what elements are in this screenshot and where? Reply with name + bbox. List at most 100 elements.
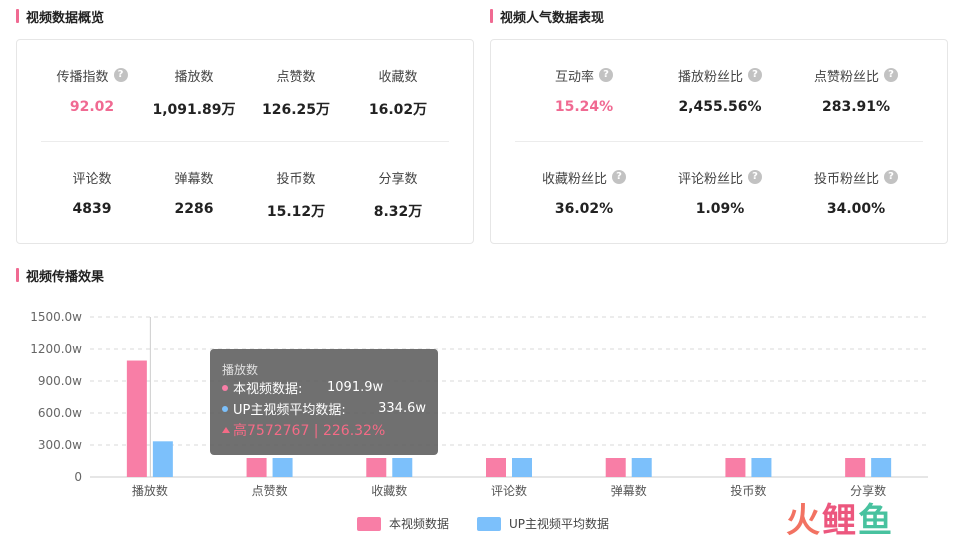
help-icon[interactable]: ? xyxy=(884,170,898,184)
y-tick-label: 300.0w xyxy=(38,438,82,452)
bar-up-average xyxy=(392,458,413,477)
metric-comments: 评论数 4839 xyxy=(37,168,147,219)
metric-label: 收藏粉丝比 xyxy=(541,171,607,187)
metric-value: 36.02% xyxy=(554,201,614,217)
metric-value: 2,455.56% xyxy=(678,99,762,115)
spread-effect-bar-chart[interactable]: 0300.0w600.0w900.0w1200.0w1500.0w播放数 点赞数收… xyxy=(0,300,955,505)
bar-this-video xyxy=(845,458,866,477)
metric-like-fan-ratio: 点赞粉丝比? 283.91% xyxy=(791,66,921,117)
chart-tooltip: 播放数 本视频数据: 1091.9w UP主视频平均数据: 334.6w 高75… xyxy=(210,349,438,455)
metric-spread-index: 传播指数? 92.02 xyxy=(37,66,147,117)
metric-play-fan-ratio: 播放粉丝比? 2,455.56% xyxy=(655,66,785,117)
bar-this-video xyxy=(725,458,746,477)
metric-label: 评论数 xyxy=(72,171,112,187)
card-divider xyxy=(41,141,449,142)
metric-value: 92.02 xyxy=(69,99,115,115)
y-tick-label: 600.0w xyxy=(38,406,82,420)
title-accent-bar xyxy=(16,9,19,23)
help-icon[interactable]: ? xyxy=(113,68,128,82)
overview-title: 视频数据概览 xyxy=(26,10,105,26)
x-tick-label: 评论数 xyxy=(491,483,527,498)
tooltip-row-value: 334.6w xyxy=(378,401,426,416)
bar-this-video xyxy=(605,458,626,477)
help-icon[interactable]: ? xyxy=(884,68,898,82)
metric-label: 投币数 xyxy=(276,171,316,187)
tooltip-row-value: 1091.9w xyxy=(327,380,384,395)
bar-up-average xyxy=(272,458,293,477)
up-triangle-icon xyxy=(222,427,230,433)
help-icon[interactable]: ? xyxy=(748,68,762,82)
y-tick-label: 1200.0w xyxy=(30,342,82,356)
metric-label: 弹幕数 xyxy=(174,171,214,187)
bar-this-video xyxy=(126,360,147,477)
tooltip-diff: 高7572767 | 226.32% xyxy=(222,419,426,441)
metric-shares: 分享数 8.32万 xyxy=(343,168,453,221)
overview-card: 传播指数? 92.02 播放数 1,091.89万 点赞数 126.25万 收藏… xyxy=(16,39,474,244)
effect-section-title: 视频传播效果 xyxy=(16,267,105,285)
bar-this-video xyxy=(246,458,267,477)
metric-likes: 点赞数 126.25万 xyxy=(241,66,351,119)
metric-coins: 投币数 15.12万 xyxy=(241,168,351,221)
legend-swatch-blue xyxy=(477,516,501,531)
chart-legend-pink[interactable]: 本视频数据 xyxy=(357,515,449,532)
metric-coin-fan-ratio: 投币粉丝比? 34.00% xyxy=(791,168,921,219)
help-icon[interactable]: ? xyxy=(748,170,762,184)
metric-label: 互动率 xyxy=(554,69,594,85)
watermark-char: 鲤 xyxy=(822,501,858,538)
metric-label: 点赞数 xyxy=(276,69,316,85)
metric-value: 283.91% xyxy=(821,99,891,115)
metric-label: 收藏数 xyxy=(378,69,418,85)
watermark-char: 鱼 xyxy=(858,501,894,538)
metric-value: 126.25万 xyxy=(261,102,331,118)
metric-value: 4839 xyxy=(72,201,112,217)
watermark-char: 火 xyxy=(786,501,822,538)
watermark-logo: 火 鲤 鱼 xyxy=(786,493,894,538)
popularity-section-title: 视频人气数据表现 xyxy=(490,8,605,26)
x-tick-label: 弹幕数 xyxy=(611,483,647,498)
tooltip-row-up-average: UP主视频平均数据: 334.6w xyxy=(222,398,426,419)
legend-label: 本视频数据 xyxy=(389,517,450,531)
metric-label: 评论粉丝比 xyxy=(677,171,743,187)
metric-value: 8.32万 xyxy=(373,204,423,220)
x-tick-label: 播放数 xyxy=(132,483,168,498)
metric-favorites: 收藏数 16.02万 xyxy=(343,66,453,119)
tooltip-title: 播放数 xyxy=(222,363,259,377)
bar-up-average xyxy=(152,441,173,477)
tooltip-diff-text: 高7572767 | 226.32% xyxy=(233,423,386,439)
metric-value: 15.12万 xyxy=(266,204,326,220)
help-icon[interactable]: ? xyxy=(612,170,626,184)
bar-up-average xyxy=(631,458,652,477)
x-tick-label: 点赞数 xyxy=(252,483,288,498)
legend-swatch-pink xyxy=(357,516,381,531)
metric-fav-fan-ratio: 收藏粉丝比? 36.02% xyxy=(519,168,649,219)
effect-title: 视频传播效果 xyxy=(26,269,105,285)
metric-plays: 播放数 1,091.89万 xyxy=(139,66,249,119)
metric-label: 分享数 xyxy=(378,171,418,187)
y-tick-label: 900.0w xyxy=(38,374,82,388)
bar-up-average xyxy=(751,458,772,477)
metric-value: 1.09% xyxy=(695,201,745,217)
title-accent-bar xyxy=(490,9,493,23)
title-accent-bar xyxy=(16,268,19,282)
bar-up-average xyxy=(871,458,892,477)
overview-section-title: 视频数据概览 xyxy=(16,8,105,26)
metric-label: 播放粉丝比 xyxy=(677,69,743,85)
tooltip-row-name: 本视频数据: xyxy=(233,382,303,397)
metric-value: 15.24% xyxy=(554,99,614,115)
blue-dot-icon xyxy=(222,405,228,412)
help-icon[interactable]: ? xyxy=(599,68,613,82)
popularity-title: 视频人气数据表现 xyxy=(500,10,605,26)
metric-label: 投币粉丝比 xyxy=(813,171,879,187)
x-tick-label: 收藏数 xyxy=(371,483,407,498)
metric-danmaku: 弹幕数 2286 xyxy=(139,168,249,219)
legend-label: UP主视频平均数据 xyxy=(509,517,610,531)
pink-dot-icon xyxy=(222,384,228,391)
chart-legend-blue[interactable]: UP主视频平均数据 xyxy=(477,515,609,532)
y-tick-label: 0 xyxy=(74,470,82,484)
x-tick-label: 投币数 xyxy=(730,483,766,498)
bar-this-video xyxy=(366,458,387,477)
metric-value: 34.00% xyxy=(826,201,886,217)
metric-interaction-rate: 互动率? 15.24% xyxy=(529,66,639,117)
metric-label: 传播指数 xyxy=(56,69,109,85)
bar-this-video xyxy=(486,458,506,477)
